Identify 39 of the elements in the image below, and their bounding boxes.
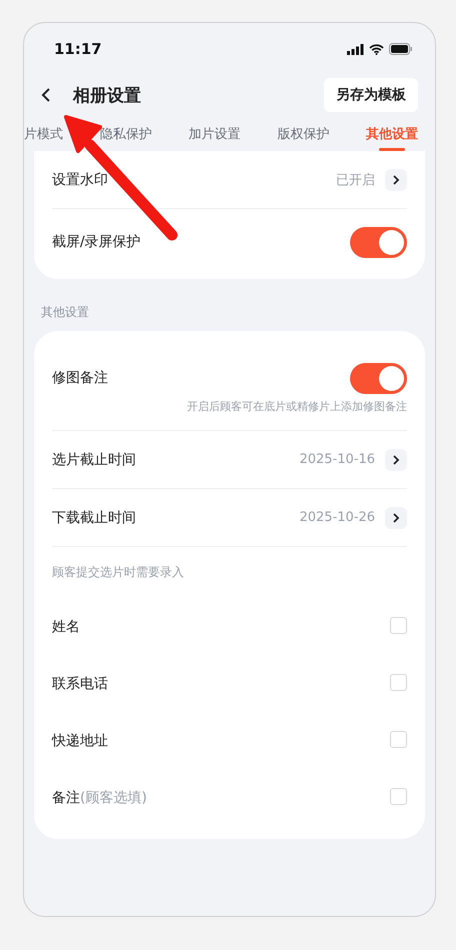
- field-label: 备注: [52, 790, 80, 806]
- setting-label: 选片截止时间: [52, 450, 136, 468]
- signal-icon: [347, 44, 364, 54]
- setting-label: 设置水印: [52, 170, 108, 188]
- chevron-right-icon: [392, 512, 400, 522]
- field-label: 联系电话: [52, 676, 108, 692]
- chevron-button[interactable]: [385, 168, 407, 190]
- save-template-button[interactable]: 另存为模板: [324, 78, 418, 112]
- field-label: 快递地址: [52, 732, 108, 748]
- section-caption: 顾客提交选片时需要录入: [52, 564, 184, 580]
- setting-value: 2025-10-16: [299, 452, 375, 467]
- setting-label: 修图备注: [52, 369, 108, 387]
- tab[interactable]: 其他设置: [366, 125, 418, 151]
- checkbox[interactable]: [390, 674, 407, 691]
- chevron-button[interactable]: [385, 506, 407, 528]
- toggle-switch[interactable]: [350, 362, 407, 394]
- setting-value: 2025-10-26: [299, 510, 375, 525]
- checkbox[interactable]: [390, 617, 407, 634]
- tab[interactable]: 加片设置: [188, 125, 240, 151]
- tab[interactable]: 隐私保护: [100, 125, 152, 151]
- tab[interactable]: 片模式: [24, 125, 63, 151]
- chevron-right-icon: [392, 174, 400, 184]
- checkbox[interactable]: [390, 731, 407, 748]
- field-label: 姓名: [52, 618, 80, 634]
- wifi-icon: [369, 44, 384, 54]
- status-time: 11:17: [54, 40, 102, 58]
- tab[interactable]: 版权保护: [277, 125, 330, 151]
- section-title: 其他设置: [40, 304, 90, 321]
- checkbox[interactable]: [390, 788, 407, 805]
- setting-label: 截屏/录屏保护: [52, 233, 141, 251]
- toggle-switch[interactable]: [350, 226, 407, 258]
- optional-hint: (顾客选填): [80, 790, 147, 806]
- page-title: 相册设置: [73, 84, 142, 106]
- setting-label: 下载截止时间: [52, 508, 136, 526]
- battery-icon: [389, 43, 413, 55]
- setting-description: 开启后顾客可在底片或精修片上添加修图备注: [52, 399, 407, 431]
- chevron-button[interactable]: [385, 448, 407, 470]
- chevron-right-icon: [392, 454, 400, 464]
- setting-value: 已开启: [336, 172, 375, 188]
